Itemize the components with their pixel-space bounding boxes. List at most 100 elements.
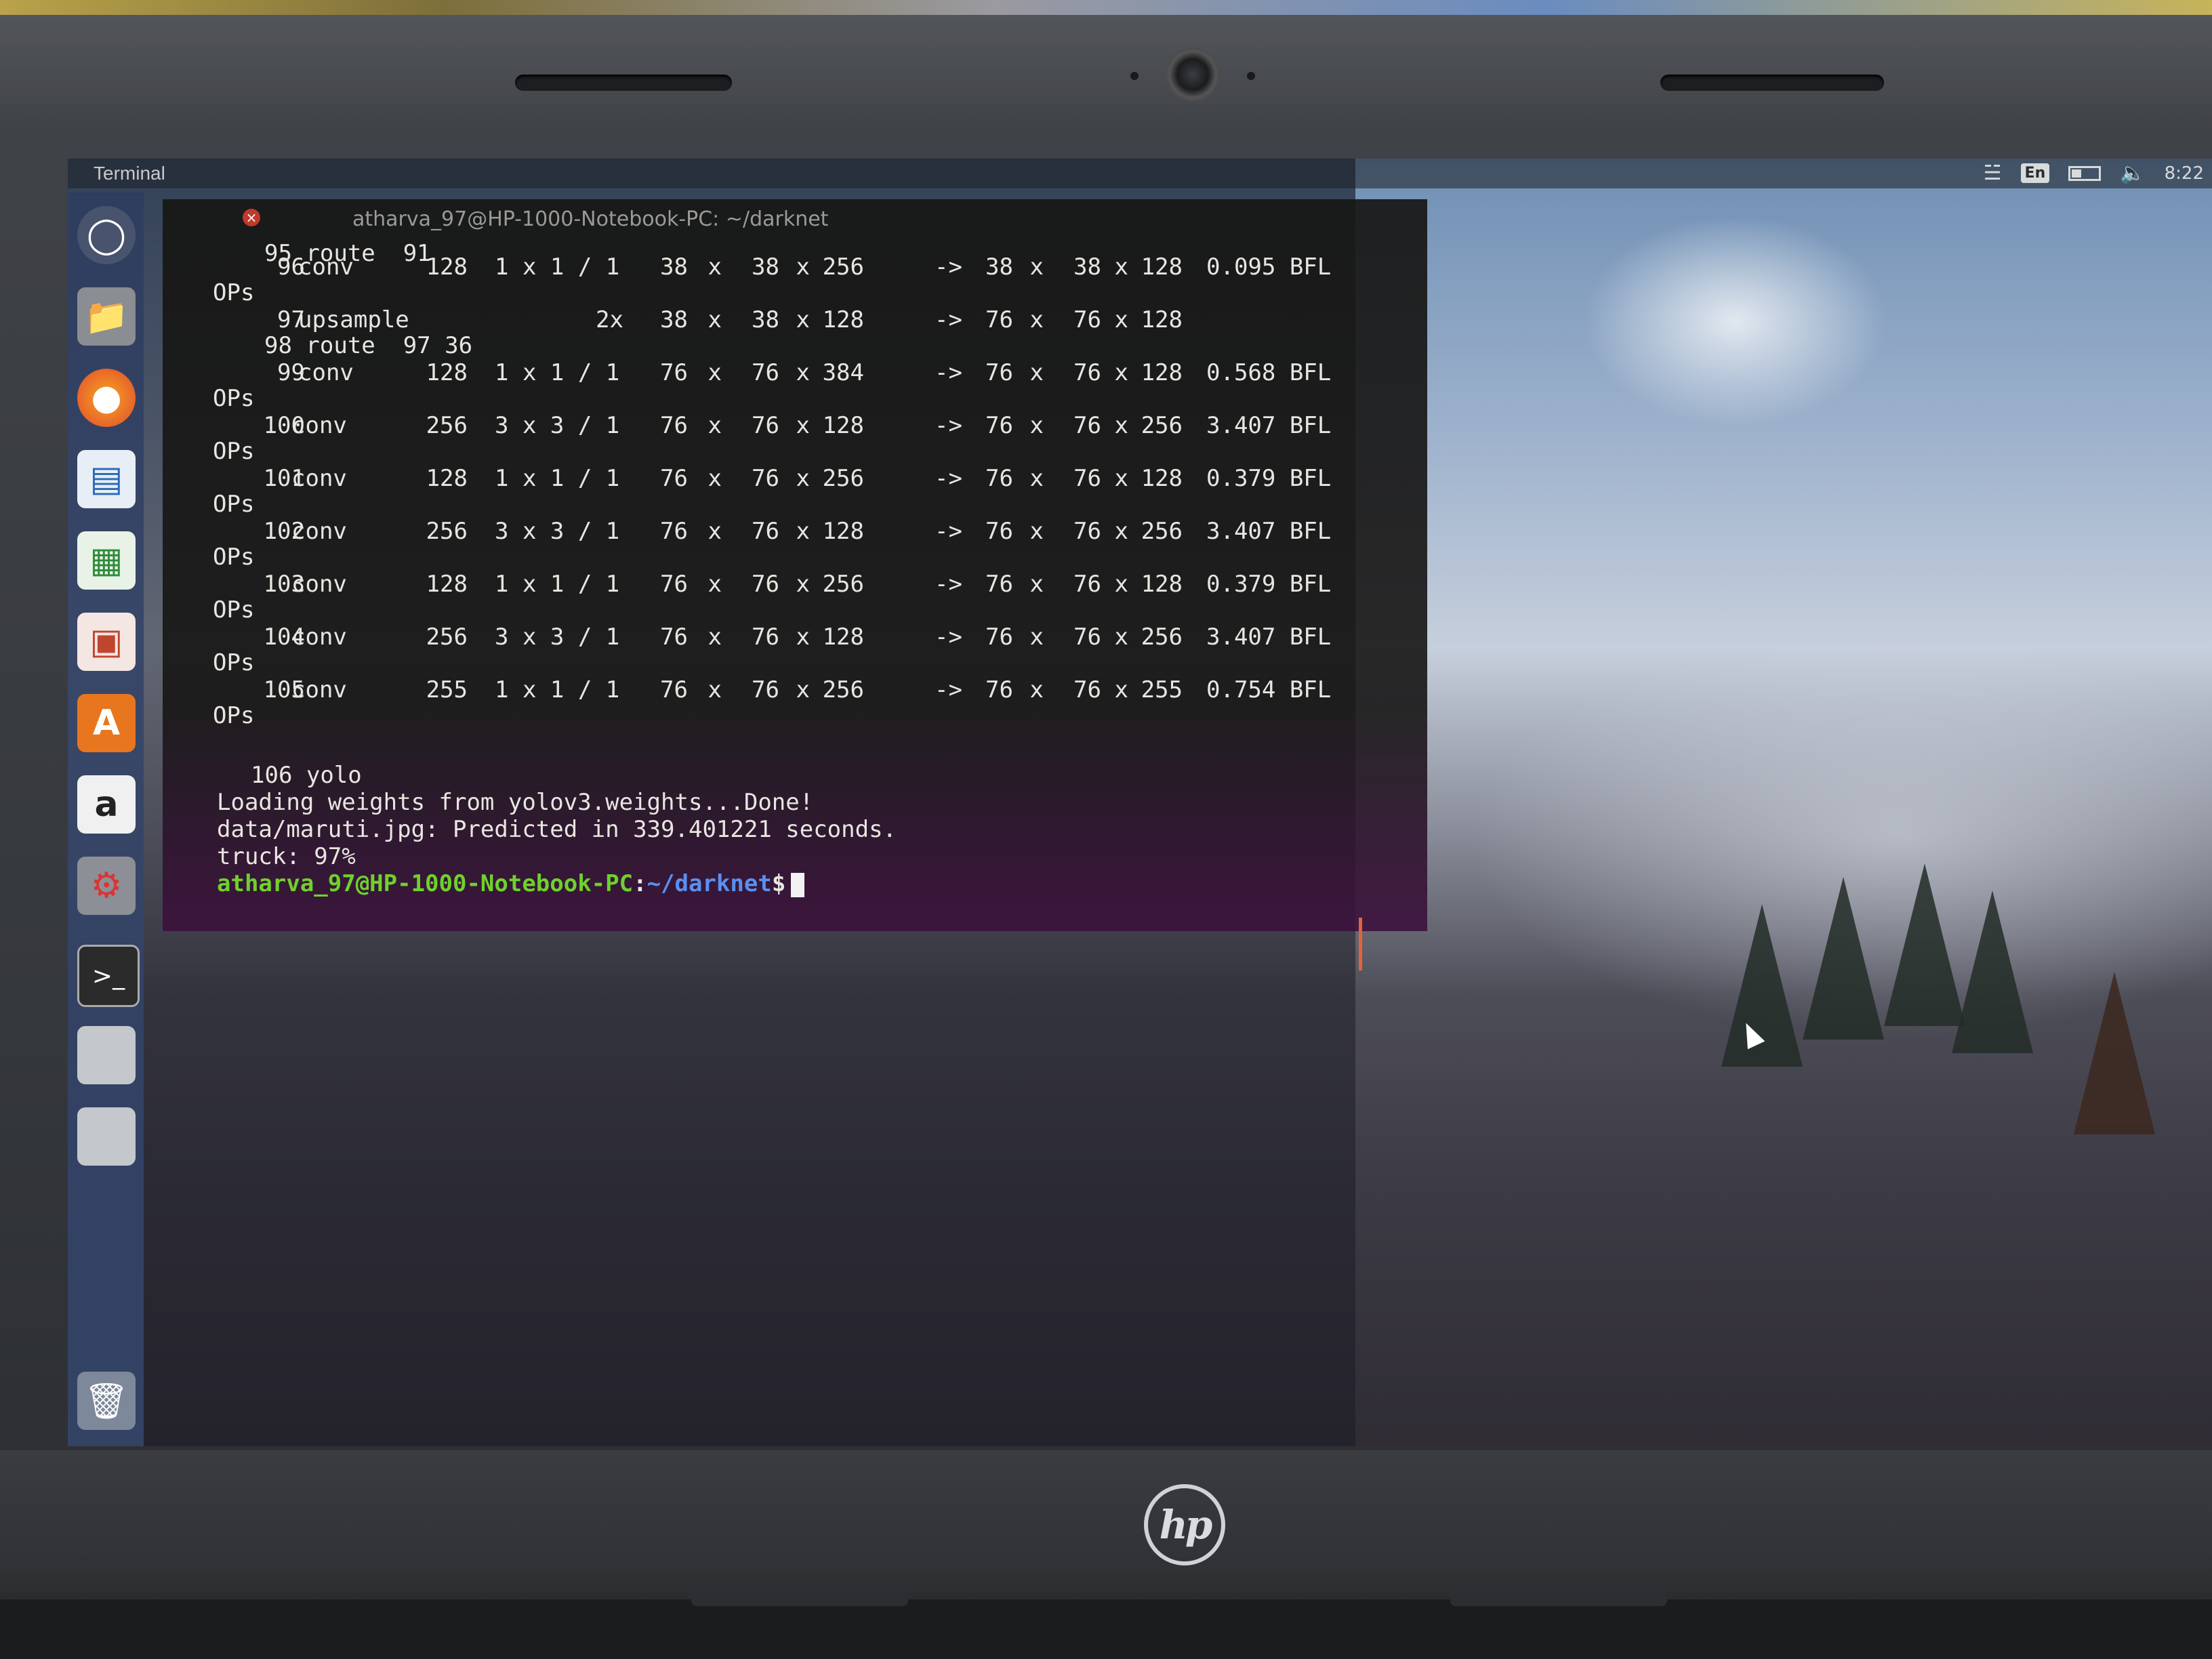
layer-row: 96 conv 128 1 x 1 / 1 38 x 38 x 256 -> 38 x 38 x 128 0.…: [217, 253, 1410, 281]
ops-line: OPs: [213, 438, 255, 465]
times-sign: x: [1114, 306, 1128, 333]
input-height: 76: [752, 623, 779, 651]
times-sign: x: [796, 623, 810, 651]
volume-icon[interactable]: 🔈: [2120, 161, 2145, 185]
times-sign: x: [708, 359, 722, 386]
bflops: 3.407 BFL: [1206, 623, 1332, 651]
prompt-separator: :: [633, 870, 647, 897]
layer-filters: 256: [426, 518, 468, 545]
unity-launcher: ◯ 📁 ● ▤ ▦ ▣ A a ⚙ >_ 🗑: [68, 192, 144, 1446]
shell-prompt[interactable]: atharva_97@HP-1000-Notebook-PC:~/darknet…: [217, 870, 805, 897]
input-width: 76: [660, 518, 688, 545]
output-width: 76: [985, 676, 1013, 703]
arrow: ->: [935, 571, 962, 598]
input-height: 76: [752, 571, 779, 598]
files-icon[interactable]: 📁: [77, 287, 136, 346]
layer-filters: 128: [426, 465, 468, 492]
amazon-icon[interactable]: a: [77, 775, 136, 834]
writer-icon[interactable]: ▤: [77, 450, 136, 508]
times-sign: x: [796, 412, 810, 439]
output-width: 38: [985, 253, 1013, 281]
active-app-name: Terminal: [94, 163, 165, 184]
drive-icon[interactable]: [77, 1107, 136, 1166]
output-width: 76: [985, 623, 1013, 651]
times-sign: x: [1029, 359, 1044, 386]
layer-index: 97: [277, 306, 305, 333]
layer-size: 1 x 1 / 1: [495, 676, 620, 703]
impress-icon[interactable]: ▣: [77, 613, 136, 671]
layer-type: conv: [298, 253, 354, 281]
wifi-icon[interactable]: ☱: [1984, 161, 2002, 185]
clock[interactable]: 8:22: [2165, 163, 2204, 184]
dash-icon[interactable]: ◯: [77, 206, 136, 264]
firefox-icon[interactable]: ●: [77, 369, 136, 427]
arrow: ->: [935, 359, 962, 386]
output-height: 76: [1073, 465, 1101, 492]
system-settings-icon[interactable]: ⚙: [77, 857, 136, 915]
hp-logo: hp: [1144, 1484, 1225, 1565]
output-height: 76: [1073, 571, 1101, 598]
layer-type: conv: [291, 518, 347, 545]
output-height: 76: [1073, 518, 1101, 545]
times-sign: x: [1114, 253, 1128, 281]
calc-icon[interactable]: ▦: [77, 531, 136, 590]
hinge-notch: [691, 1586, 908, 1606]
arrow: ->: [935, 676, 962, 703]
ops-line: OPs: [213, 649, 255, 676]
input-width: 38: [660, 253, 688, 281]
terminal-window[interactable]: × atharva_97@HP-1000-Notebook-PC: ~/dark…: [163, 199, 1427, 970]
input-width: 76: [660, 676, 688, 703]
output-height: 76: [1073, 306, 1101, 333]
arrow: ->: [935, 412, 962, 439]
layer-type: conv: [291, 465, 347, 492]
layer-size: 3 x 3 / 1: [495, 412, 620, 439]
input-channels: 128: [822, 623, 864, 651]
output-height: 76: [1073, 623, 1101, 651]
times-sign: x: [708, 465, 722, 492]
trash-icon[interactable]: 🗑: [77, 1372, 136, 1430]
input-channels: 128: [822, 412, 864, 439]
layer-row: 102 conv 256 3 x 3 / 1 76 x 76 x 128 -> 76 x 76 x 256 3…: [217, 518, 1410, 545]
layer-index: 96: [277, 253, 305, 281]
terminal-icon[interactable]: >_: [77, 945, 140, 1007]
laptop-hinge: [0, 1599, 2212, 1659]
layer-size: 3 x 3 / 1: [495, 518, 620, 545]
input-channels: 256: [822, 253, 864, 281]
times-sign: x: [796, 359, 810, 386]
output-width: 76: [985, 465, 1013, 492]
webcam-icon: [1166, 47, 1220, 102]
bflops: 0.379 BFL: [1206, 465, 1332, 492]
text-cursor: [791, 872, 805, 897]
layer-row: 99 conv 128 1 x 1 / 1 76 x 76 x 384 -> 76 x 76 x 128 0.…: [217, 359, 1410, 386]
bflops: 0.568 BFL: [1206, 359, 1332, 386]
times-sign: x: [1029, 571, 1044, 598]
layer-type: upsample: [298, 306, 409, 333]
ops-line: OPs: [213, 491, 255, 518]
terminal-titlebar[interactable]: × atharva_97@HP-1000-Notebook-PC: ~/dark…: [163, 199, 1427, 236]
output-height: 76: [1073, 359, 1101, 386]
times-sign: x: [796, 306, 810, 333]
battery-icon[interactable]: [2068, 165, 2102, 181]
input-channels: 128: [822, 518, 864, 545]
terminal-line: 98 route 97 36: [264, 332, 473, 359]
layer-filters: 255: [426, 676, 468, 703]
output-channels: 128: [1141, 359, 1183, 386]
layer-type: conv: [291, 676, 347, 703]
bflops: 0.379 BFL: [1206, 571, 1332, 598]
background-strip: [0, 0, 2212, 15]
software-center-icon[interactable]: A: [77, 694, 136, 752]
keyboard-language-indicator[interactable]: En: [2020, 163, 2050, 183]
terminal-line: data/maruti.jpg: Predicted in 339.401221…: [217, 816, 897, 843]
bflops: 0.754 BFL: [1206, 676, 1332, 703]
layer-row: 101 conv 128 1 x 1 / 1 76 x 76 x 256 -> 76 x 76 x 128 0…: [217, 465, 1410, 492]
drive-icon[interactable]: [77, 1026, 136, 1084]
input-width: 38: [660, 306, 688, 333]
close-button[interactable]: ×: [243, 209, 260, 226]
times-sign: x: [1114, 623, 1128, 651]
terminal-output[interactable]: 95 route 91 96 conv 128 1 x 1 / 1 38 x 38 x 256-…: [213, 240, 1423, 924]
terminal-line: Loading weights from yolov3.weights...Do…: [217, 789, 814, 816]
layer-size: 3 x 3 / 1: [495, 623, 620, 651]
webcam-mic: [1247, 72, 1255, 80]
times-sign: x: [796, 518, 810, 545]
times-sign: x: [708, 518, 722, 545]
